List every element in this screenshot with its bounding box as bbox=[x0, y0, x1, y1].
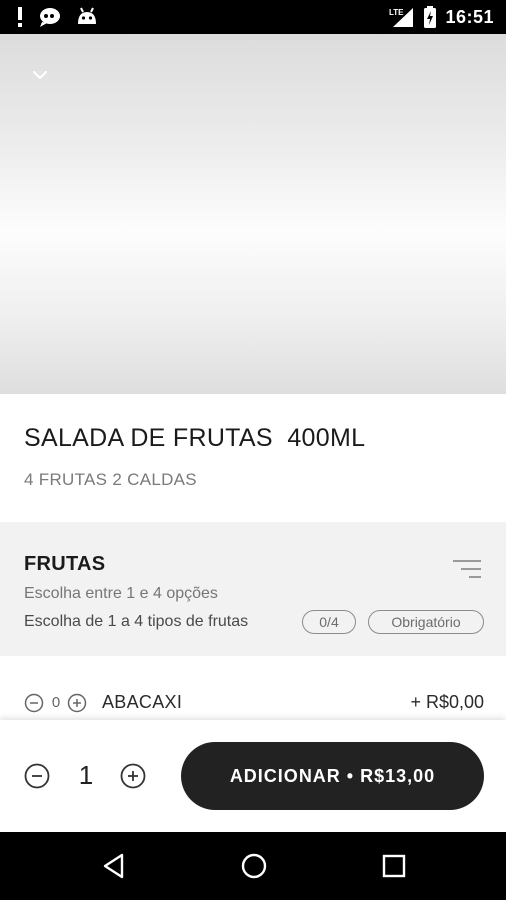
quantity-increment-button[interactable] bbox=[120, 763, 146, 789]
back-button[interactable] bbox=[99, 851, 129, 881]
plus-circle-icon bbox=[67, 693, 87, 713]
status-bar: LTE 16:51 bbox=[0, 0, 506, 34]
back-icon bbox=[103, 853, 124, 879]
home-button[interactable] bbox=[239, 851, 269, 881]
recent-apps-button[interactable] bbox=[379, 851, 409, 881]
status-left-icons bbox=[16, 6, 98, 28]
option-quantity: 0 bbox=[51, 694, 61, 711]
product-info: SALADA DE FRUTAS 400ML 4 FRUTAS 2 CALDAS bbox=[0, 394, 506, 522]
system-nav-bar bbox=[0, 832, 506, 900]
signal-icon: LTE bbox=[389, 6, 415, 28]
option-name: ABACAXI bbox=[102, 692, 183, 712]
selected-count-badge: 0/4 bbox=[302, 610, 356, 634]
network-label: LTE bbox=[389, 8, 404, 17]
list-item: 0 ABACAXI + R$0,00 bbox=[0, 656, 506, 720]
status-time: 16:51 bbox=[445, 6, 494, 27]
add-to-cart-button[interactable]: ADICIONAR • R$13,00 bbox=[181, 742, 484, 810]
bottom-action-bar: 1 ADICIONAR • R$13,00 bbox=[0, 720, 506, 832]
product-subtitle: 4 FRUTAS 2 CALDAS bbox=[24, 470, 197, 489]
product-title: SALADA DE FRUTAS 400ML bbox=[24, 424, 366, 452]
notification-icon bbox=[38, 6, 62, 28]
status-right-icons: LTE 16:51 bbox=[389, 6, 494, 28]
minus-circle-icon bbox=[24, 763, 50, 789]
alert-icon bbox=[16, 6, 24, 28]
battery-charging-icon bbox=[423, 6, 437, 28]
group-choose-text: Escolha entre 1 e 4 opções bbox=[24, 585, 218, 602]
option-price: + R$0,00 bbox=[410, 692, 484, 712]
recent-apps-icon bbox=[382, 854, 406, 878]
required-badge: Obrigatório bbox=[368, 610, 484, 634]
collapse-button[interactable] bbox=[26, 62, 54, 90]
group-description: Escolha de 1 a 4 tipos de frutas bbox=[24, 613, 249, 630]
quantity-value: 1 bbox=[78, 760, 94, 790]
product-image bbox=[0, 34, 506, 394]
quantity-decrement-button[interactable] bbox=[24, 763, 50, 789]
android-icon bbox=[76, 6, 98, 28]
home-icon bbox=[241, 853, 267, 879]
group-title: FRUTAS bbox=[24, 553, 106, 575]
option-group-header: FRUTAS Escolha entre 1 e 4 opções Escolh… bbox=[0, 522, 506, 656]
plus-circle-icon bbox=[120, 763, 146, 789]
filter-icon[interactable] bbox=[451, 557, 483, 581]
chevron-down-icon bbox=[32, 67, 48, 85]
minus-circle-icon bbox=[24, 693, 44, 713]
option-increment-button[interactable] bbox=[67, 693, 87, 713]
option-decrement-button[interactable] bbox=[24, 693, 44, 713]
